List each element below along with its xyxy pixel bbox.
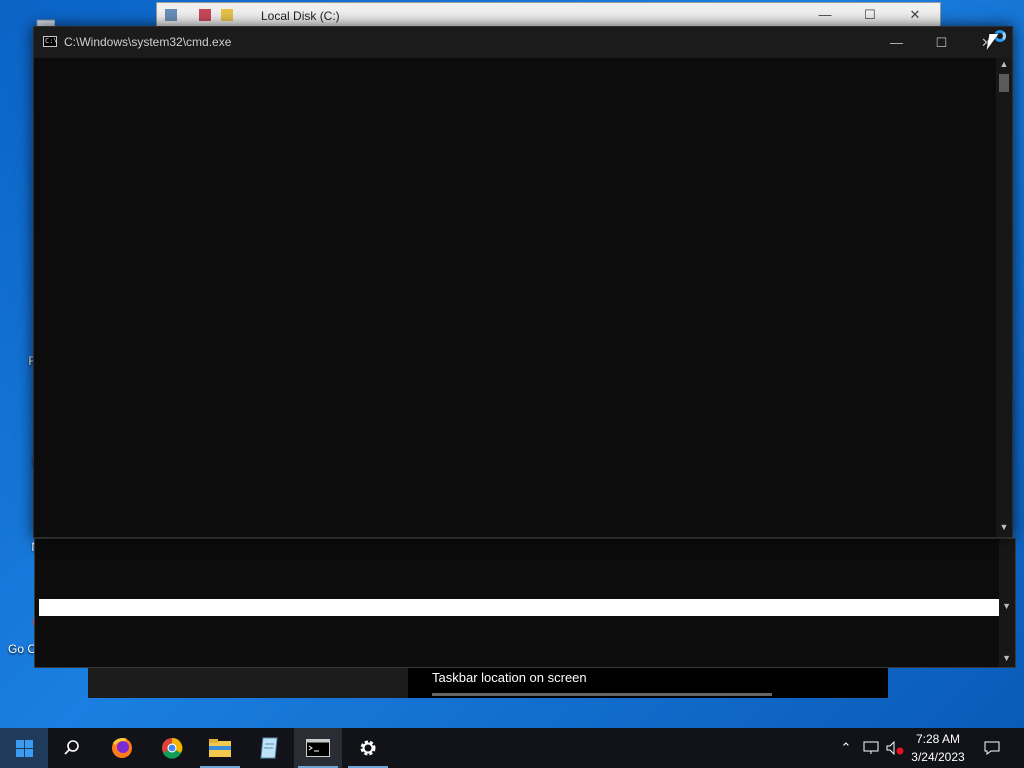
cmd-icon: [306, 739, 330, 757]
properties-icon[interactable]: [199, 9, 211, 21]
cmd-window[interactable]: C:\ C:\Windows\system32\cmd.exe — ☐ ✕ ▲ …: [33, 26, 1013, 538]
scroll-down-arrow-icon[interactable]: ▼: [1002, 653, 1011, 663]
gear-icon: [360, 740, 376, 756]
system-clock[interactable]: 7:28 AM 3/24/2023: [904, 730, 972, 766]
network-icon[interactable]: [860, 728, 882, 768]
cmd-vertical-scrollbar[interactable]: ▲ ▼: [996, 58, 1012, 537]
search-button[interactable]: [48, 728, 96, 768]
explorer-maximize-button[interactable]: ☐: [860, 6, 880, 24]
search-icon: [64, 740, 79, 755]
windows-logo-icon: [15, 739, 33, 757]
console-scrollbar[interactable]: ▼ ▼: [999, 539, 1015, 667]
taskbar-chrome[interactable]: [148, 728, 196, 768]
console-window-behind[interactable]: ▼ ▼: [34, 538, 1016, 668]
console-selection-highlight: [39, 599, 999, 616]
scrollbar-thumb[interactable]: [999, 74, 1009, 92]
maximize-button[interactable]: ☐: [919, 27, 964, 58]
taskbar: ⌃ 7:28 AM 3/24/2023: [0, 728, 1024, 768]
taskbar-file-explorer[interactable]: [196, 728, 244, 768]
minimize-button[interactable]: —: [874, 27, 919, 58]
console-output-area[interactable]: [34, 58, 996, 537]
taskbar-firefox[interactable]: [98, 728, 146, 768]
scroll-down-arrow-icon[interactable]: ▼: [996, 522, 1012, 532]
taskbar-settings[interactable]: [344, 728, 392, 768]
volume-muted-icon[interactable]: [884, 728, 906, 768]
explorer-title: Local Disk (C:): [261, 9, 340, 23]
scroll-down-arrow-icon[interactable]: ▼: [1002, 601, 1011, 611]
taskbar-location-label: Taskbar location on screen: [432, 670, 587, 685]
start-button[interactable]: [0, 728, 48, 768]
explorer-close-button[interactable]: ✕: [905, 6, 925, 24]
taskbar-notepad[interactable]: [245, 728, 293, 768]
notepad-icon: [260, 737, 278, 759]
new-folder-icon[interactable]: [221, 9, 233, 21]
chrome-icon: [162, 737, 183, 759]
quick-access-icon[interactable]: [165, 9, 177, 21]
firefox-icon: [112, 738, 132, 758]
cmd-titlebar[interactable]: C:\ C:\Windows\system32\cmd.exe — ☐ ✕: [34, 27, 1012, 58]
scroll-up-arrow-icon[interactable]: ▲: [996, 59, 1012, 69]
folder-icon: [209, 739, 231, 757]
action-center-notification-icon[interactable]: [980, 728, 1004, 768]
show-hidden-icons-chevron-icon[interactable]: ⌃: [836, 728, 856, 768]
cmd-app-icon: C:\: [43, 36, 58, 47]
explorer-minimize-button[interactable]: —: [815, 6, 835, 24]
taskbar-location-dropdown[interactable]: [432, 693, 772, 696]
clock-time: 7:28 AM: [915, 732, 961, 746]
cmd-window-title: C:\Windows\system32\cmd.exe: [64, 35, 232, 49]
clock-date: 3/24/2023: [911, 750, 965, 764]
taskbar-cmd[interactable]: [294, 728, 342, 768]
